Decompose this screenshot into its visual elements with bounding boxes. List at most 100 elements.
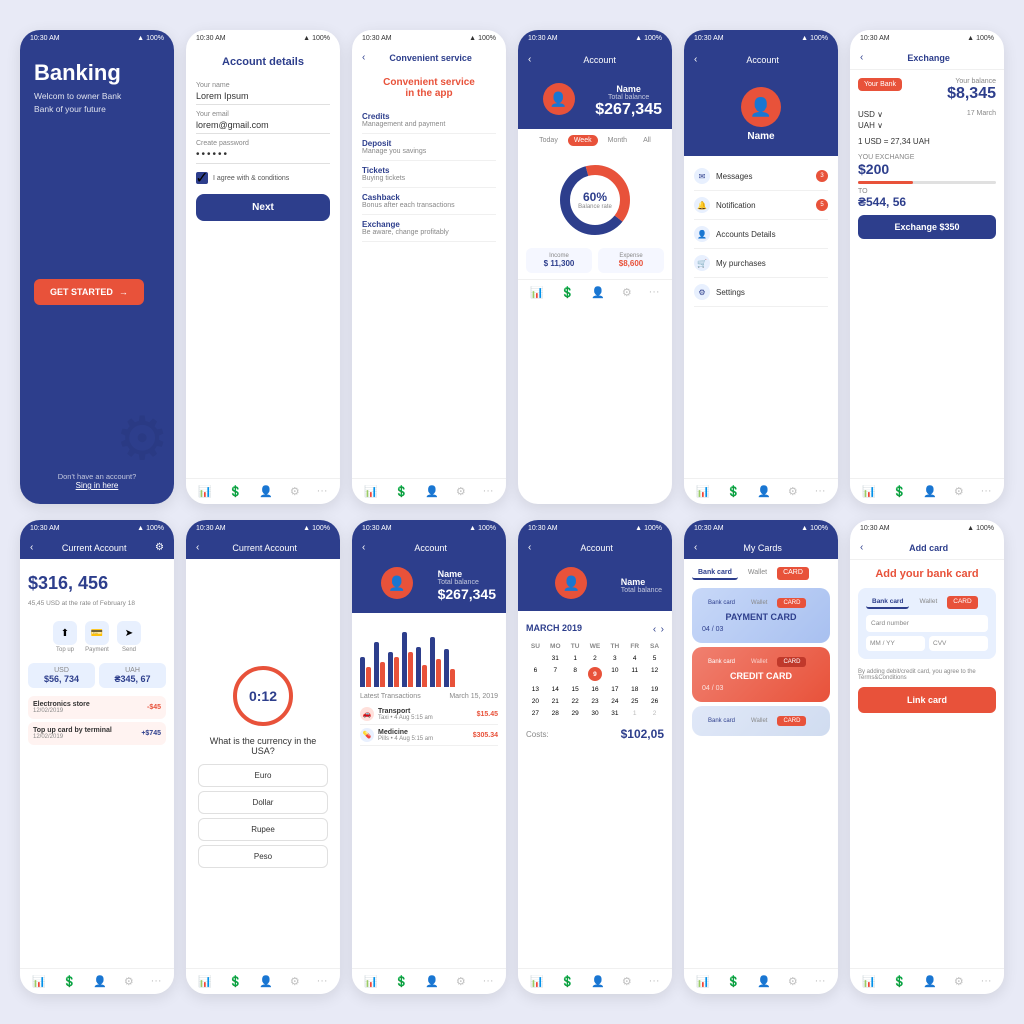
quiz-peso[interactable]: Peso bbox=[198, 845, 328, 868]
cal-prev[interactable]: ‹ bbox=[653, 624, 656, 635]
trans-electronics[interactable]: Electronics store 12/02/2019 -$45 bbox=[28, 696, 166, 719]
gear-icon-7[interactable]: ⚙ bbox=[155, 542, 164, 553]
service-credits[interactable]: Credits Management and payment bbox=[362, 107, 496, 134]
tab-week[interactable]: Week bbox=[568, 135, 598, 146]
next-button[interactable]: Next bbox=[196, 194, 330, 221]
nav-money-5[interactable]: 💲 bbox=[727, 485, 741, 498]
menu-accounts-details[interactable]: 👤 Accounts Details bbox=[694, 220, 828, 249]
tx-medicine[interactable]: 💊 Medicine Pills • 4 Aug 5:15 am $305.34 bbox=[360, 725, 498, 746]
menu-notification[interactable]: 🔔 Notification 5 bbox=[694, 191, 828, 220]
nav-gear-9[interactable]: ⚙ bbox=[456, 975, 466, 988]
nav-more[interactable]: ··· bbox=[317, 485, 328, 498]
nav-user-3[interactable]: 👤 bbox=[425, 485, 439, 498]
menu-settings[interactable]: ⚙ Settings bbox=[694, 278, 828, 307]
cvv-field[interactable]: CVV bbox=[929, 636, 988, 651]
nav-gear-3[interactable]: ⚙ bbox=[456, 485, 466, 498]
your-bank-btn[interactable]: Your Bank bbox=[858, 78, 902, 91]
tab-wallet[interactable]: Wallet bbox=[742, 567, 773, 580]
nav-chart-6[interactable]: 📊 bbox=[862, 485, 876, 498]
nav-more-11[interactable]: ··· bbox=[815, 975, 826, 988]
action-payment[interactable]: 💳 Payment bbox=[85, 621, 109, 653]
nav-more-7[interactable]: ··· bbox=[151, 975, 162, 988]
form-wallet-tab[interactable]: Wallet bbox=[913, 596, 943, 609]
nav-more-4[interactable]: ··· bbox=[649, 286, 660, 299]
nav-user-4[interactable]: 👤 bbox=[591, 286, 605, 299]
nav-chart-12[interactable]: 📊 bbox=[862, 975, 876, 988]
menu-messages[interactable]: ✉ Messages 3 bbox=[694, 162, 828, 191]
nav-user-7[interactable]: 👤 bbox=[93, 975, 107, 988]
password-field[interactable]: •••••• bbox=[196, 149, 330, 164]
nav-money-3[interactable]: 💲 bbox=[395, 485, 409, 498]
quiz-euro[interactable]: Euro bbox=[198, 764, 328, 787]
quiz-rupee[interactable]: Rupee bbox=[198, 818, 328, 841]
nav-user-10[interactable]: 👤 bbox=[591, 975, 605, 988]
nav-gear-12[interactable]: ⚙ bbox=[954, 975, 964, 988]
form-bank-tab[interactable]: Bank card bbox=[866, 596, 909, 609]
card-number-field[interactable]: Card number bbox=[866, 615, 988, 632]
nav-money-7[interactable]: 💲 bbox=[63, 975, 77, 988]
nav-money[interactable]: 💲 bbox=[229, 485, 243, 498]
service-cashback[interactable]: Cashback Bonus after each transactions bbox=[362, 188, 496, 215]
nav-chart-5[interactable]: 📊 bbox=[696, 485, 710, 498]
cal-next[interactable]: › bbox=[661, 624, 664, 635]
nav-more-9[interactable]: ··· bbox=[483, 975, 494, 988]
get-started-button[interactable]: GET STARTED → bbox=[34, 279, 144, 305]
nav-user-12[interactable]: 👤 bbox=[923, 975, 937, 988]
tx-transport[interactable]: 🚗 Transport Taxi • 4 Aug 5:15 am $15.45 bbox=[360, 704, 498, 725]
service-tickets[interactable]: Tickets Buying tickets bbox=[362, 161, 496, 188]
nav-chart-4[interactable]: 📊 bbox=[530, 286, 544, 299]
nav-gear-11[interactable]: ⚙ bbox=[788, 975, 798, 988]
nav-chart-11[interactable]: 📊 bbox=[696, 975, 710, 988]
nav-user-11[interactable]: 👤 bbox=[757, 975, 771, 988]
nav-gear-8[interactable]: ⚙ bbox=[290, 975, 300, 988]
tab-month[interactable]: Month bbox=[602, 135, 633, 146]
mm-yy-field[interactable]: MM / YY bbox=[866, 636, 925, 651]
nav-more-12[interactable]: ··· bbox=[981, 975, 992, 988]
quiz-dollar[interactable]: Dollar bbox=[198, 791, 328, 814]
nav-more-10[interactable]: ··· bbox=[649, 975, 660, 988]
action-topup[interactable]: ⬆ Top up bbox=[53, 621, 77, 653]
nav-user-9[interactable]: 👤 bbox=[425, 975, 439, 988]
nav-chart-7[interactable]: 📊 bbox=[32, 975, 46, 988]
nav-user-6[interactable]: 👤 bbox=[923, 485, 937, 498]
menu-purchases[interactable]: 🛒 My purchases bbox=[694, 249, 828, 278]
nav-gear[interactable]: ⚙ bbox=[290, 485, 300, 498]
nav-gear-4[interactable]: ⚙ bbox=[622, 286, 632, 299]
signin-link[interactable]: Sing in here bbox=[34, 481, 160, 490]
nav-more-5[interactable]: ··· bbox=[815, 485, 826, 498]
nav-gear-5[interactable]: ⚙ bbox=[788, 485, 798, 498]
nav-money-9[interactable]: 💲 bbox=[395, 975, 409, 988]
exchange-button[interactable]: Exchange $350 bbox=[858, 215, 996, 239]
nav-chart-10[interactable]: 📊 bbox=[530, 975, 544, 988]
nav-money-4[interactable]: 💲 bbox=[561, 286, 575, 299]
tab-all[interactable]: All bbox=[637, 135, 657, 146]
slider-bar[interactable] bbox=[858, 181, 996, 184]
nav-more-3[interactable]: ··· bbox=[483, 485, 494, 498]
nav-money-8[interactable]: 💲 bbox=[229, 975, 243, 988]
form-card-tab[interactable]: CARD bbox=[947, 596, 977, 609]
nav-user-8[interactable]: 👤 bbox=[259, 975, 273, 988]
nav-gear-10[interactable]: ⚙ bbox=[622, 975, 632, 988]
nav-money-6[interactable]: 💲 bbox=[893, 485, 907, 498]
back-btn-4[interactable]: ‹ bbox=[528, 54, 531, 65]
tab-bank-card[interactable]: Bank card bbox=[692, 567, 738, 580]
nav-user[interactable]: 👤 bbox=[259, 485, 273, 498]
tab-today[interactable]: Today bbox=[533, 135, 564, 146]
nav-chart-9[interactable]: 📊 bbox=[364, 975, 378, 988]
nav-chart-8[interactable]: 📊 bbox=[198, 975, 212, 988]
nav-money-11[interactable]: 💲 bbox=[727, 975, 741, 988]
agree-checkbox[interactable]: ✓ bbox=[196, 172, 208, 184]
link-card-button[interactable]: Link card bbox=[858, 687, 996, 713]
tab-card[interactable]: CARD bbox=[777, 567, 809, 580]
nav-chart-3[interactable]: 📊 bbox=[364, 485, 378, 498]
nav-more-6[interactable]: ··· bbox=[981, 485, 992, 498]
action-send[interactable]: ➤ Send bbox=[117, 621, 141, 653]
service-deposit[interactable]: Deposit Manage you savings bbox=[362, 134, 496, 161]
nav-gear-6[interactable]: ⚙ bbox=[954, 485, 964, 498]
nav-more-8[interactable]: ··· bbox=[317, 975, 328, 988]
service-exchange[interactable]: Exchange Be aware, change profitably bbox=[362, 215, 496, 242]
nav-money-10[interactable]: 💲 bbox=[561, 975, 575, 988]
nav-chart[interactable]: 📊 bbox=[198, 485, 212, 498]
trans-topup[interactable]: Top up card by terminal 12/02/2019 +$745 bbox=[28, 722, 166, 745]
nav-money-12[interactable]: 💲 bbox=[893, 975, 907, 988]
